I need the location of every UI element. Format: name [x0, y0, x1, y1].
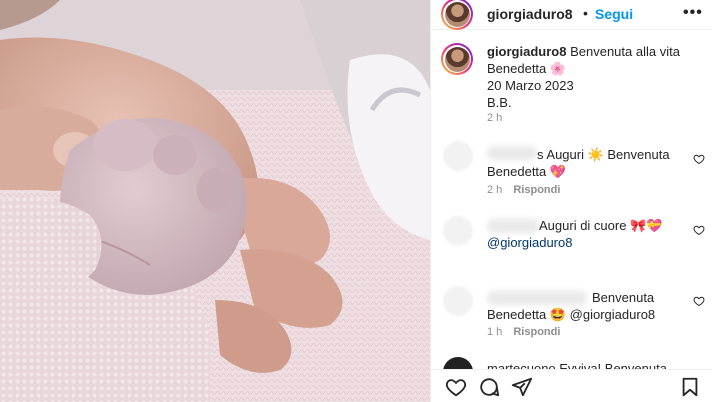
like-comment-heart-icon[interactable] [693, 295, 705, 307]
post-header: giorgiaduro8 • Segui ••• [431, 0, 712, 30]
reply-button[interactable]: Rispondi [513, 326, 560, 338]
comment-text: Benvenuta [487, 289, 707, 306]
comment-line: Benedetta 🤩 @giorgiaduro8 [487, 307, 656, 322]
comments-list[interactable]: giorgiaduro8 Benvenuta alla vita Benedet… [431, 31, 712, 369]
caption-avatar[interactable] [441, 43, 473, 75]
post-actions-bar [431, 369, 712, 402]
comment-icon[interactable] [478, 376, 500, 398]
comment-line: Auguri di cuore 🎀💝 [539, 218, 663, 233]
caption-line3: 20 Marzo 2023 [487, 78, 574, 93]
comment-meta: 1 h Rispondi [487, 326, 560, 338]
comment-text: Benedetta 🤩 @giorgiaduro8 [487, 306, 707, 323]
author-username[interactable]: giorgiaduro8 [487, 6, 573, 22]
reply-button[interactable]: Rispondi [513, 184, 560, 196]
photo-illustration [0, 0, 430, 402]
post-caption: giorgiaduro8 Benvenuta alla vita Benedet… [487, 43, 697, 111]
post-photo[interactable] [0, 0, 430, 402]
caption-line1: Benvenuta alla vita [570, 44, 680, 59]
more-options-icon[interactable]: ••• [683, 4, 703, 22]
caption-line2: Benedetta 🌸 [487, 61, 567, 76]
caption-timestamp: 2 h [487, 112, 503, 124]
comment-avatar[interactable] [443, 141, 473, 171]
comment-timestamp: 2 h [487, 184, 503, 196]
separator-dot: • [583, 5, 588, 21]
comment-line: Benedetta 💖 [487, 164, 567, 179]
author-avatar[interactable] [441, 0, 473, 30]
comment-meta: 2 h Rispondi [487, 184, 560, 196]
post-side-panel: giorgiaduro8 • Segui ••• giorgiaduro8 Be… [430, 0, 712, 402]
comment-avatar[interactable] [443, 286, 473, 316]
like-comment-heart-icon[interactable] [693, 224, 705, 236]
bookmark-icon[interactable] [679, 376, 701, 398]
comment-line[interactable]: @giorgiaduro8 [487, 235, 572, 250]
comment-text: Benedetta 💖 [487, 163, 687, 180]
comment-text: Auguri di cuore 🎀💝 [487, 217, 692, 234]
like-comment-heart-icon[interactable] [693, 153, 705, 165]
comment-line: s Auguri ☀️ Benvenuta [537, 147, 670, 162]
caption-username[interactable]: giorgiaduro8 [487, 44, 566, 59]
share-icon[interactable] [511, 376, 533, 398]
comment-timestamp: 1 h [487, 326, 503, 338]
comment-line: Benvenuta [592, 290, 655, 305]
comment-text: s Auguri ☀️ Benvenuta [487, 146, 692, 163]
comment-text: martecuono Evviva! Benvenuta [487, 360, 707, 369]
follow-button[interactable]: Segui [595, 6, 633, 22]
comment-line: martecuono Evviva! Benvenuta [487, 361, 667, 369]
comment-avatar[interactable] [443, 216, 473, 246]
heart-icon[interactable] [445, 376, 467, 398]
comment-mention[interactable]: @giorgiaduro8 [487, 234, 687, 251]
caption-line4: B.B. [487, 95, 512, 110]
comment-avatar[interactable] [443, 357, 473, 369]
